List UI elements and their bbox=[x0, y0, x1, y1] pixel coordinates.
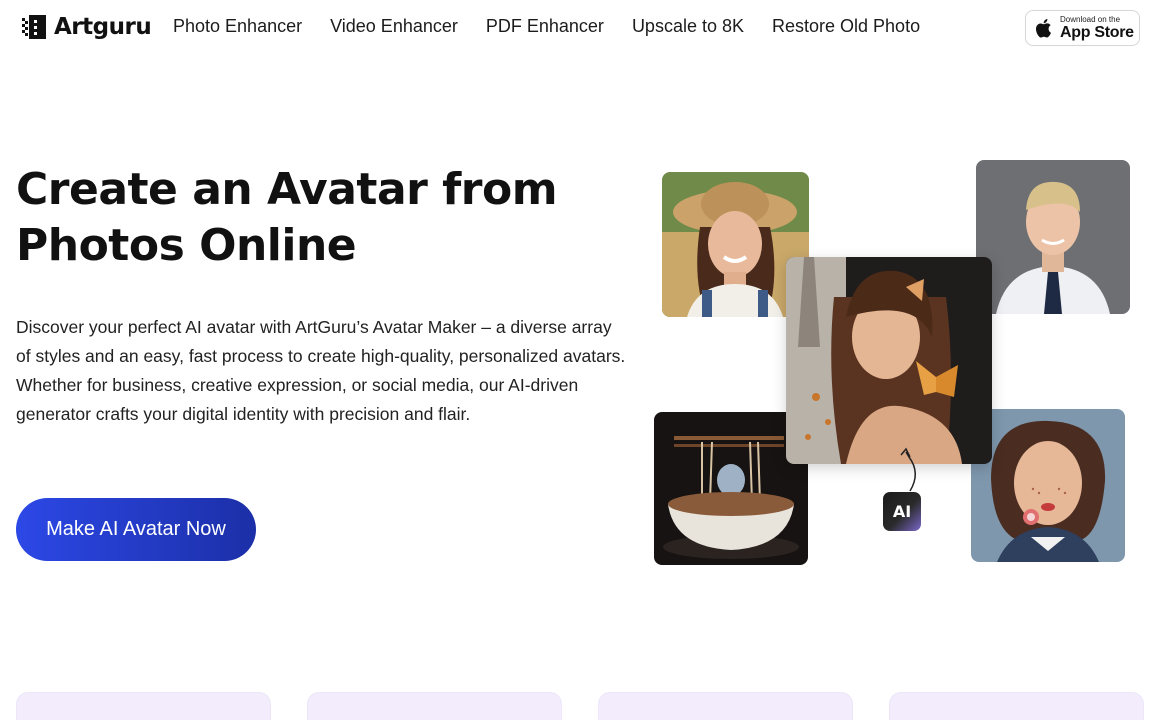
feature-card[interactable] bbox=[598, 692, 853, 720]
page-title: Create an Avatar from Photos Online bbox=[16, 162, 626, 274]
avatar-collage: AI bbox=[640, 150, 1150, 580]
sample-photo-freckled-girl bbox=[971, 409, 1125, 562]
title-line-2: Photos Online bbox=[16, 220, 357, 271]
sample-photo-fantasy-portrait bbox=[786, 257, 992, 464]
logo-text: Artguru bbox=[54, 14, 152, 40]
sample-photo-noodle-bowl bbox=[654, 412, 808, 565]
feature-card[interactable] bbox=[889, 692, 1144, 720]
title-line-1: Create an Avatar from bbox=[16, 164, 558, 215]
feature-card[interactable] bbox=[307, 692, 562, 720]
curved-arrow-icon bbox=[900, 447, 916, 492]
brand-logo[interactable]: Artguru bbox=[20, 13, 152, 41]
top-navigation: Artguru Photo Enhancer Video Enhancer PD… bbox=[0, 0, 1160, 56]
nav-link-pdf-enhancer[interactable]: PDF Enhancer bbox=[486, 16, 604, 37]
app-store-button[interactable]: Download on the App Store bbox=[1025, 10, 1140, 46]
nav-link-video-enhancer[interactable]: Video Enhancer bbox=[330, 16, 458, 37]
ai-badge: AI bbox=[883, 492, 921, 531]
nav-link-upscale-8k[interactable]: Upscale to 8K bbox=[632, 16, 744, 37]
apple-icon bbox=[1036, 19, 1051, 38]
make-ai-avatar-button[interactable]: Make AI Avatar Now bbox=[16, 498, 256, 561]
appstore-big-text: App Store bbox=[1060, 23, 1134, 41]
feature-card[interactable] bbox=[16, 692, 271, 720]
sample-photo-man-suit bbox=[976, 160, 1130, 314]
nav-link-restore-old-photo[interactable]: Restore Old Photo bbox=[772, 16, 920, 37]
appstore-small-text: Download on the bbox=[1060, 14, 1121, 24]
feature-cards bbox=[16, 692, 1144, 720]
artguru-logo-icon bbox=[22, 15, 46, 39]
nav-links: Photo Enhancer Video Enhancer PDF Enhanc… bbox=[173, 16, 920, 37]
hero-description: Discover your perfect AI avatar with Art… bbox=[16, 317, 626, 424]
nav-link-photo-enhancer[interactable]: Photo Enhancer bbox=[173, 16, 302, 37]
